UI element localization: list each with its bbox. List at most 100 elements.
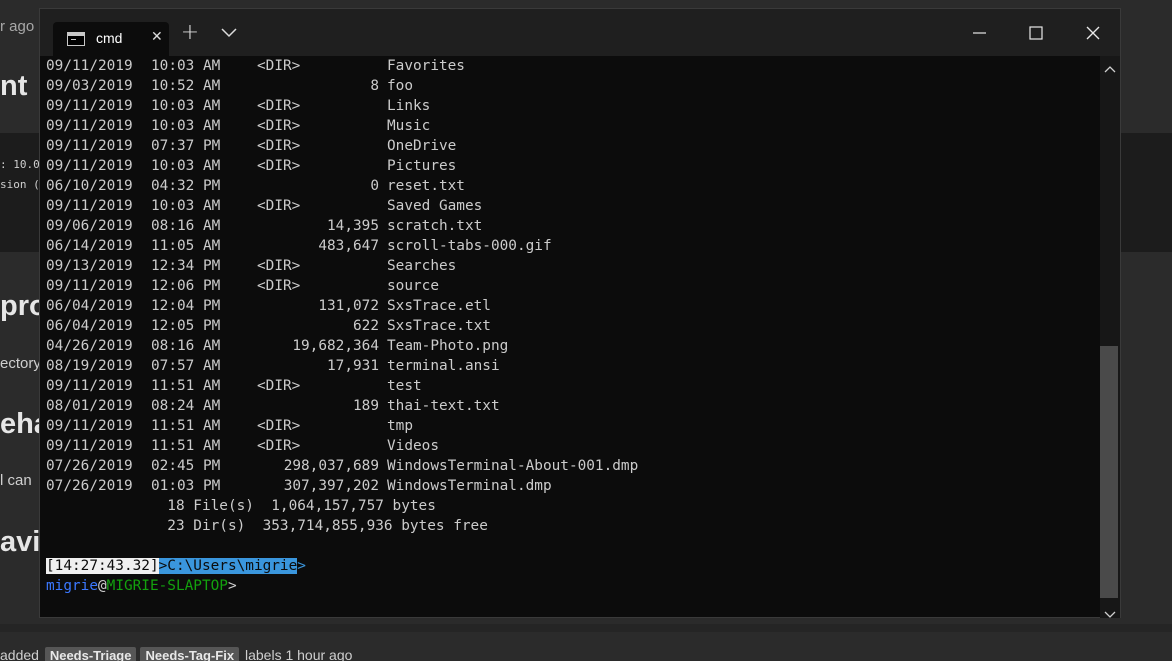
entry-size: 622 (353, 318, 379, 334)
entry-time: 07:37 PM (151, 138, 221, 154)
new-tab-button[interactable]: + (179, 22, 201, 44)
listing-row: 06/10/2019 04:32 PM 0 reset.txt (46, 176, 1086, 196)
entry-size: 14,395 (327, 218, 379, 234)
entry-date: 08/01/2019 (46, 398, 133, 414)
background-text: ectory (0, 355, 41, 372)
entry-dir-flag: <DIR> (257, 278, 301, 294)
vertical-scrollbar[interactable] (1100, 56, 1120, 618)
entry-dir-flag: <DIR> (257, 438, 301, 454)
prompt-time: [14:27:43.32] (46, 558, 159, 574)
entry-date: 09/11/2019 (46, 98, 133, 114)
entry-time: 08:16 AM (151, 218, 221, 234)
listing-row: 09/11/2019 10:03 AM <DIR> Favorites (46, 56, 1086, 76)
listing-row: 07/26/2019 02:45 PM 298,037,689 WindowsTerm… (46, 456, 1086, 476)
scroll-up-icon[interactable] (1104, 60, 1116, 73)
entry-size: 0 (370, 178, 379, 194)
close-tab-icon[interactable]: ✕ (151, 29, 163, 45)
entry-date: 09/11/2019 (46, 118, 133, 134)
listing-row: 09/11/2019 12:06 PM <DIR> source (46, 276, 1086, 296)
entry-date: 09/11/2019 (46, 58, 133, 74)
prompt-path: >C:\Users\migrie (158, 558, 298, 574)
listing-row: 09/11/2019 10:03 AM <DIR> Music (46, 116, 1086, 136)
entry-time: 08:24 AM (151, 398, 221, 414)
entry-size: 298,037,689 (283, 458, 379, 474)
entry-dir-flag: <DIR> (257, 158, 301, 174)
chevron-down-icon[interactable] (221, 26, 237, 38)
scroll-down-icon[interactable] (1104, 604, 1116, 618)
listing-row: 09/11/2019 11:51 AM <DIR> test (46, 376, 1086, 396)
background-version-line: sion ( (0, 178, 40, 191)
terminal-output[interactable]: 07/26/2019 01:03 PM 307,397,202 WindowsTerm… (40, 56, 1100, 618)
entry-name: Team-Photo.png (387, 338, 509, 354)
entry-date: 09/11/2019 (46, 438, 133, 454)
entry-size: 307,397,202 (283, 478, 379, 494)
entry-date: 09/11/2019 (46, 378, 133, 394)
tab-cmd[interactable]: cmd ✕ (53, 22, 169, 56)
entry-time: 11:05 AM (151, 238, 221, 254)
entry-time: 02:45 PM (151, 458, 221, 474)
terminal-window[interactable]: cmd ✕ + 07/26/2019 01:03 PM 307,397,202 Win… (39, 8, 1121, 618)
entry-dir-flag: <DIR> (257, 98, 301, 114)
listing-row: 04/26/2019 08:16 AM 19,682,364 Team-Photo.p… (46, 336, 1086, 356)
prompt-host: MIGRIE-SLAPTOP (106, 578, 228, 594)
entry-size: 131,072 (318, 298, 379, 314)
prompt-gt: > (227, 578, 237, 594)
listing-row: 07/26/2019 01:03 PM 307,397,202 WindowsTerm… (46, 476, 1086, 496)
entry-time: 11:51 AM (151, 418, 221, 434)
label-needs-triage[interactable]: Needs-Triage (44, 647, 137, 661)
entry-time: 11:51 AM (151, 438, 221, 454)
entry-dir-flag: <DIR> (257, 138, 301, 154)
entry-name: thai-text.txt (387, 398, 500, 414)
scrollbar-thumb[interactable] (1100, 346, 1118, 598)
background-labels-event: added Needs-Triage Needs-Tag-Fix labels 1… (0, 647, 352, 661)
background-text: l can (0, 472, 32, 489)
listing-row: 09/11/2019 11:51 AM <DIR> Videos (46, 436, 1086, 456)
entry-dir-flag: <DIR> (257, 258, 301, 274)
title-bar[interactable]: cmd ✕ + (40, 9, 1120, 56)
entry-name: SxsTrace.etl (387, 298, 491, 314)
entry-date: 06/14/2019 (46, 238, 133, 254)
labels-event-prefix: added (0, 647, 39, 661)
listing-row: 08/19/2019 07:57 AM 17,931 terminal.ansi (46, 356, 1086, 376)
listing-row: 09/13/2019 12:34 PM <DIR> Searches (46, 256, 1086, 276)
label-needs-tag-fix[interactable]: Needs-Tag-Fix (140, 647, 240, 661)
entry-name: Pictures (387, 158, 457, 174)
entry-date: 09/11/2019 (46, 418, 133, 434)
entry-time: 11:51 AM (151, 378, 221, 394)
close-window-button[interactable] (1083, 23, 1103, 43)
listing-row: 09/11/2019 10:03 AM <DIR> Pictures (46, 156, 1086, 176)
entry-name: WindowsTerminal-About-001.dmp (387, 458, 639, 474)
entry-date: 06/04/2019 (46, 318, 133, 334)
listing-row: 08/01/2019 08:24 AM 189 thai-text.txt (46, 396, 1086, 416)
entry-size: 189 (353, 398, 379, 414)
minimize-button[interactable] (970, 23, 990, 43)
entry-name: scratch.txt (387, 218, 483, 234)
entry-time: 04:32 PM (151, 178, 221, 194)
entry-size: 17,931 (327, 358, 379, 374)
entry-date: 04/26/2019 (46, 338, 133, 354)
entry-name: scroll-tabs-000.gif (387, 238, 552, 254)
entry-size: 483,647 (318, 238, 379, 254)
entry-name: source (387, 278, 439, 294)
listing-row: 09/11/2019 10:03 AM <DIR> Saved Games (46, 196, 1086, 216)
entry-time: 07:57 AM (151, 358, 221, 374)
entry-time: 10:03 AM (151, 198, 221, 214)
entry-name: test (387, 378, 422, 394)
entry-dir-flag: <DIR> (257, 198, 301, 214)
user-prompt[interactable]: migrie@MIGRIE-SLAPTOP> (46, 576, 237, 596)
entry-date: 06/10/2019 (46, 178, 133, 194)
listing-row: 09/06/2019 08:16 AM 14,395 scratch.txt (46, 216, 1086, 236)
entry-time: 10:03 AM (151, 158, 221, 174)
entry-name: OneDrive (387, 138, 457, 154)
entry-name: Music (387, 118, 431, 134)
entry-date: 09/11/2019 (46, 138, 133, 154)
entry-date: 09/11/2019 (46, 158, 133, 174)
entry-name: Favorites (387, 58, 465, 74)
maximize-button[interactable] (1026, 23, 1046, 43)
entry-name: terminal.ansi (387, 358, 500, 374)
prompt-arrow: > (297, 558, 306, 574)
command-prompt[interactable]: [14:27:43.32]>C:\Users\migrie> (46, 556, 306, 576)
background-timestamp: r ago (0, 18, 35, 35)
entry-date: 06/04/2019 (46, 298, 133, 314)
entry-date: 09/03/2019 (46, 78, 133, 94)
